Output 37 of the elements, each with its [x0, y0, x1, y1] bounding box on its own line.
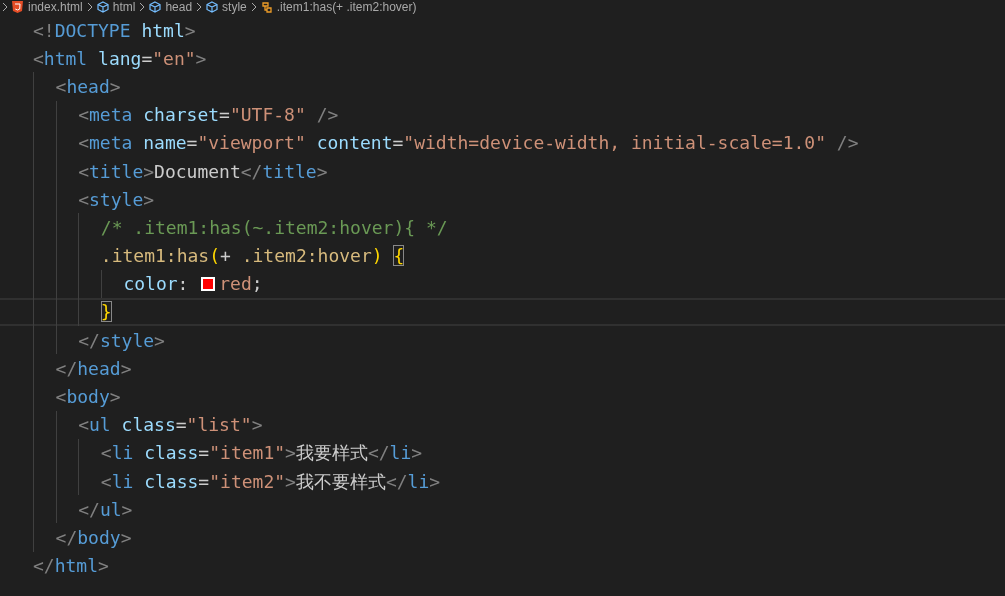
code-text: </head> — [55, 356, 132, 381]
code-text: } — [100, 300, 112, 325]
code-text: red; — [219, 272, 263, 297]
chevron-icon — [196, 2, 203, 12]
cube-icon — [149, 1, 162, 13]
code-text: <ul class="list"> — [78, 413, 263, 438]
code-text: <title>Document</title> — [78, 159, 328, 184]
cube-icon — [206, 1, 219, 13]
code-text: <body> — [55, 385, 121, 410]
code-text: /* .item1:has(~.item2:hover){ */ — [100, 215, 448, 240]
code-text: <li class="item1">我要样式</li> — [100, 441, 423, 466]
html-file-icon — [12, 1, 24, 13]
cube-icon — [96, 1, 109, 13]
chevron-icon — [2, 2, 8, 12]
color-swatch-icon[interactable] — [201, 276, 216, 291]
code-text: </style> — [78, 328, 165, 353]
code-text: <li class="item2">我不要样式</li> — [100, 469, 441, 494]
code-text: <meta charset="UTF-8" /> — [78, 103, 339, 128]
code-text: <style> — [78, 187, 155, 212]
chevron-icon — [139, 2, 146, 12]
breadcrumb-item[interactable]: style — [222, 0, 247, 14]
code-text: color: — [123, 272, 190, 297]
code-text: </html> — [33, 554, 109, 579]
code-text: </ul> — [78, 497, 133, 522]
chevron-icon — [86, 2, 93, 12]
breadcrumb-item[interactable]: index.html — [28, 0, 83, 14]
chevron-icon — [250, 2, 257, 12]
code-text: <html lang="en"> — [33, 46, 207, 71]
code-text: <!DOCTYPE html> — [33, 18, 196, 43]
code-text: </body> — [55, 525, 132, 550]
code-text: <meta name="viewport" content="width=device-width, initial-scale=1.0" /> — [78, 131, 859, 156]
breadcrumb-item[interactable]: .item1:has(+ .item2:hover) — [276, 0, 417, 14]
symbol-icon — [260, 1, 273, 13]
code-text: .item1:has(+ .item2:hover) { — [100, 244, 405, 269]
code-text: <head> — [55, 74, 121, 99]
breadcrumb-item[interactable]: head — [165, 0, 193, 14]
breadcrumb-item[interactable]: html — [112, 0, 136, 14]
